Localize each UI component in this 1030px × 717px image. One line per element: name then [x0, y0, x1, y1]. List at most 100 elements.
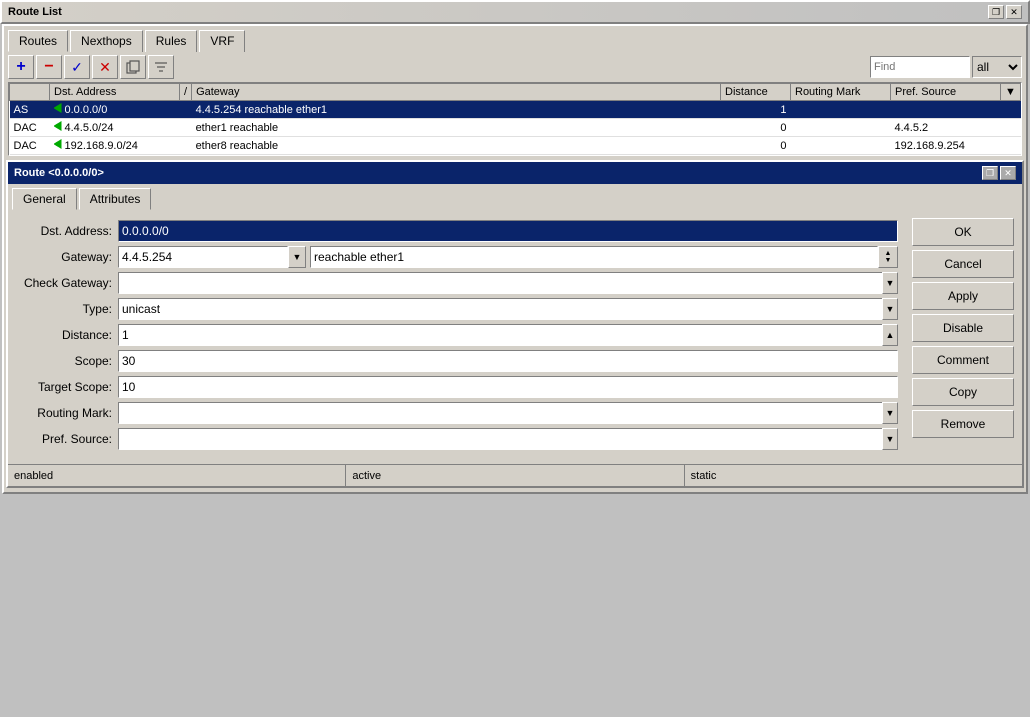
target-scope-label: Target Scope: [18, 380, 118, 394]
type-row: Type: ▼ [18, 298, 898, 320]
sub-tab-bar: General Attributes [8, 184, 1022, 210]
ok-button[interactable]: OK [912, 218, 1014, 246]
routing-mark-dropdown[interactable]: ▼ [882, 402, 898, 424]
cross-button[interactable]: ✕ [92, 55, 118, 79]
form-left: Dst. Address: Gateway: ▼ ▲▼ Check Gatewa… [12, 214, 904, 460]
type-label: Type: [18, 302, 118, 316]
sub-tab-general[interactable]: General [12, 188, 77, 210]
row-slash [180, 137, 192, 155]
main-window: Routes Nexthops Rules VRF + − ✓ ✕ all Ds… [2, 24, 1028, 494]
toolbar: + − ✓ ✕ all [4, 52, 1026, 82]
col-dropdown[interactable]: ▼ [1001, 84, 1021, 101]
restore-button[interactable]: ❐ [988, 5, 1004, 19]
tab-nexthops[interactable]: Nexthops [70, 30, 143, 52]
copy-tool-button[interactable] [120, 55, 146, 79]
route-table-container: Dst. Address / Gateway Distance Routing … [8, 82, 1022, 156]
check-gateway-field: ▼ [118, 272, 898, 294]
remove-button-form[interactable]: Remove [912, 410, 1014, 438]
gateway-dropdown-button[interactable]: ▼ [288, 246, 306, 268]
row-routing-mark [791, 101, 891, 119]
row-routing-mark [791, 137, 891, 155]
status-active: active [346, 465, 684, 486]
form-area: Dst. Address: Gateway: ▼ ▲▼ Check Gatewa… [8, 210, 1022, 464]
type-field: ▼ [118, 298, 898, 320]
tab-routes[interactable]: Routes [8, 30, 68, 52]
row-extra [1001, 101, 1021, 119]
target-scope-input[interactable] [118, 376, 898, 398]
distance-up[interactable]: ▲ [882, 324, 898, 346]
col-routing-mark[interactable]: Routing Mark [791, 84, 891, 101]
cancel-button[interactable]: Cancel [912, 250, 1014, 278]
check-gateway-label: Check Gateway: [18, 276, 118, 290]
form-buttons: OK Cancel Apply Disable Comment Copy Rem… [908, 214, 1018, 460]
title-bar-buttons: ❐ ✕ [988, 5, 1022, 19]
row-gateway: ether8 reachable [192, 137, 721, 155]
row-type: DAC [10, 137, 50, 155]
table-row[interactable]: DAC 192.168.9.0/24 ether8 reachable 0 19… [10, 137, 1021, 155]
gateway-updown-button[interactable]: ▲▼ [878, 246, 898, 268]
check-gateway-input[interactable] [118, 272, 882, 294]
gateway-text-input[interactable] [310, 246, 878, 268]
status-bar: enabled active static [8, 464, 1022, 486]
row-routing-mark [791, 119, 891, 137]
sub-close-button[interactable]: ✕ [1000, 166, 1016, 180]
main-title: Route List [8, 6, 62, 18]
row-slash [180, 101, 192, 119]
dst-address-label: Dst. Address: [18, 224, 118, 238]
type-dropdown[interactable]: ▼ [882, 298, 898, 320]
comment-button[interactable]: Comment [912, 346, 1014, 374]
table-row[interactable]: AS 0.0.0.0/0 4.4.5.254 reachable ether1 … [10, 101, 1021, 119]
copy-button[interactable]: Copy [912, 378, 1014, 406]
distance-row: Distance: ▲ [18, 324, 898, 346]
pref-source-dropdown[interactable]: ▼ [882, 428, 898, 450]
add-button[interactable]: + [8, 55, 34, 79]
row-distance: 0 [721, 119, 791, 137]
row-type: DAC [10, 119, 50, 137]
disable-button[interactable]: Disable [912, 314, 1014, 342]
col-dst[interactable]: Dst. Address [50, 84, 180, 101]
row-type: AS [10, 101, 50, 119]
distance-input[interactable] [118, 324, 882, 346]
scope-input[interactable] [118, 350, 898, 372]
row-pref-source: 4.4.5.2 [891, 119, 1001, 137]
distance-label: Distance: [18, 328, 118, 342]
col-distance[interactable]: Distance [721, 84, 791, 101]
sub-title-buttons: ❐ ✕ [982, 166, 1016, 180]
row-dst: 0.0.0.0/0 [50, 101, 180, 119]
col-pref-source[interactable]: Pref. Source [891, 84, 1001, 101]
routing-mark-input[interactable] [118, 402, 882, 424]
routing-mark-field: ▼ [118, 402, 898, 424]
type-input[interactable] [118, 298, 882, 320]
row-gateway: ether1 reachable [192, 119, 721, 137]
close-button[interactable]: ✕ [1006, 5, 1022, 19]
table-row[interactable]: DAC 4.4.5.0/24 ether1 reachable 0 4.4.5.… [10, 119, 1021, 137]
row-gateway: 4.4.5.254 reachable ether1 [192, 101, 721, 119]
sub-tab-attributes[interactable]: Attributes [79, 188, 152, 210]
gateway-input[interactable] [118, 246, 288, 268]
pref-source-field: ▼ [118, 428, 898, 450]
tab-vrf[interactable]: VRF [199, 30, 245, 52]
sub-window: Route <0.0.0.0/0> ❐ ✕ General Attributes… [6, 160, 1024, 488]
find-dropdown[interactable]: all [972, 56, 1022, 78]
col-slash: / [180, 84, 192, 101]
dst-address-row: Dst. Address: [18, 220, 898, 242]
routing-mark-label: Routing Mark: [18, 406, 118, 420]
target-scope-row: Target Scope: [18, 376, 898, 398]
row-pref-source [891, 101, 1001, 119]
routing-mark-row: Routing Mark: ▼ [18, 402, 898, 424]
col-gateway[interactable]: Gateway [192, 84, 721, 101]
dst-address-input[interactable] [118, 220, 898, 242]
find-input[interactable] [870, 56, 970, 78]
apply-button[interactable]: Apply [912, 282, 1014, 310]
check-button[interactable]: ✓ [64, 55, 90, 79]
tab-rules[interactable]: Rules [145, 30, 198, 52]
row-extra [1001, 137, 1021, 155]
pref-source-input[interactable] [118, 428, 882, 450]
route-table: Dst. Address / Gateway Distance Routing … [9, 83, 1021, 155]
sub-restore-button[interactable]: ❐ [982, 166, 998, 180]
scope-row: Scope: [18, 350, 898, 372]
row-slash [180, 119, 192, 137]
remove-button[interactable]: − [36, 55, 62, 79]
check-gateway-dropdown[interactable]: ▼ [882, 272, 898, 294]
filter-button[interactable] [148, 55, 174, 79]
